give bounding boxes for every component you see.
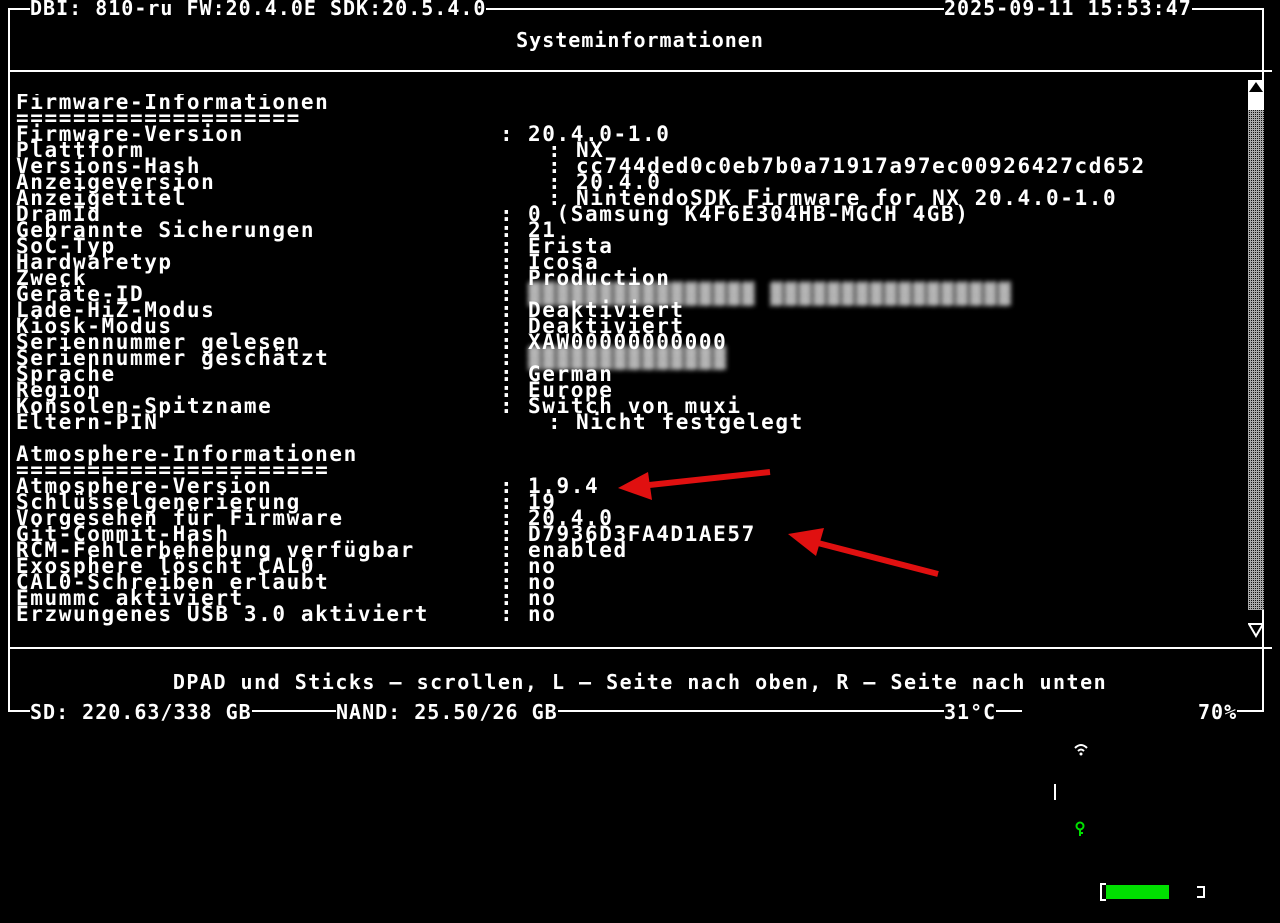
info-row: Firmware-Version:20.4.0-1.0 (16, 122, 1236, 146)
scroll-down-icon[interactable] (1247, 620, 1265, 640)
info-key: Erzwungenes USB 3.0 aktiviert (16, 602, 430, 626)
page-title: Systeminformationen (516, 28, 764, 52)
status-icons (1022, 700, 1206, 901)
info-value: Nicht festgelegt (576, 410, 804, 434)
arrow-icon (618, 469, 771, 500)
wifi-icon (1022, 738, 1088, 782)
info-row: Erzwungenes USB 3.0 aktiviert: no (16, 602, 1236, 626)
sd-usage: SD: 220.63/338 GB (30, 700, 252, 724)
header-status: DBI: 810-ru FW:20.4.0E SDK:20.5.4.0 (30, 0, 487, 20)
title-divider (8, 70, 1272, 72)
info-row: Eltern-PIN: Nicht festgelegt (16, 410, 1236, 434)
info-row: Gebrannte Sicherungen:21 (16, 220, 1236, 241)
key-icon (1022, 818, 1086, 862)
header-datetime: 2025-09-11 15:53:47 (944, 0, 1192, 20)
help-text: DPAD und Sticks — scrollen, L — Seite na… (172, 670, 1108, 694)
battery-icon (1048, 860, 1206, 921)
scroll-up-icon[interactable] (1248, 80, 1264, 110)
info-value: no (528, 602, 557, 626)
battery-fill (1106, 884, 1170, 899)
info-value: 0 (Samsung K4F6E304HB-MGCH 4GB) (528, 202, 970, 226)
info-value: cc744ded0c0eb7b0a71917a97ec00926427cd652 (576, 154, 1146, 178)
info-separator: : (548, 410, 563, 434)
battery-percent: 70% (1198, 700, 1238, 724)
info-separator: : (500, 394, 515, 418)
info-row: Seriennummer geschätzt: ▓▓▓▓▓▓▓▓▓▓▓▓▓▓ (16, 348, 1236, 369)
help-divider (8, 647, 1272, 649)
info-row: Sprache: German (16, 364, 1236, 385)
temperature: 31°C (944, 700, 997, 724)
nand-usage: NAND: 25.50/26 GB (336, 700, 558, 724)
scrollbar[interactable] (1246, 80, 1266, 640)
info-row: SoC-Typ: Erista (16, 236, 1236, 257)
arrow-icon (788, 528, 939, 577)
info-list[interactable]: Firmware-Informationen ==================… (16, 94, 1236, 626)
info-key: Eltern-PIN (16, 410, 159, 434)
scroll-track[interactable] (1248, 110, 1264, 610)
info-separator: : (500, 122, 515, 146)
info-separator: : (500, 602, 515, 626)
